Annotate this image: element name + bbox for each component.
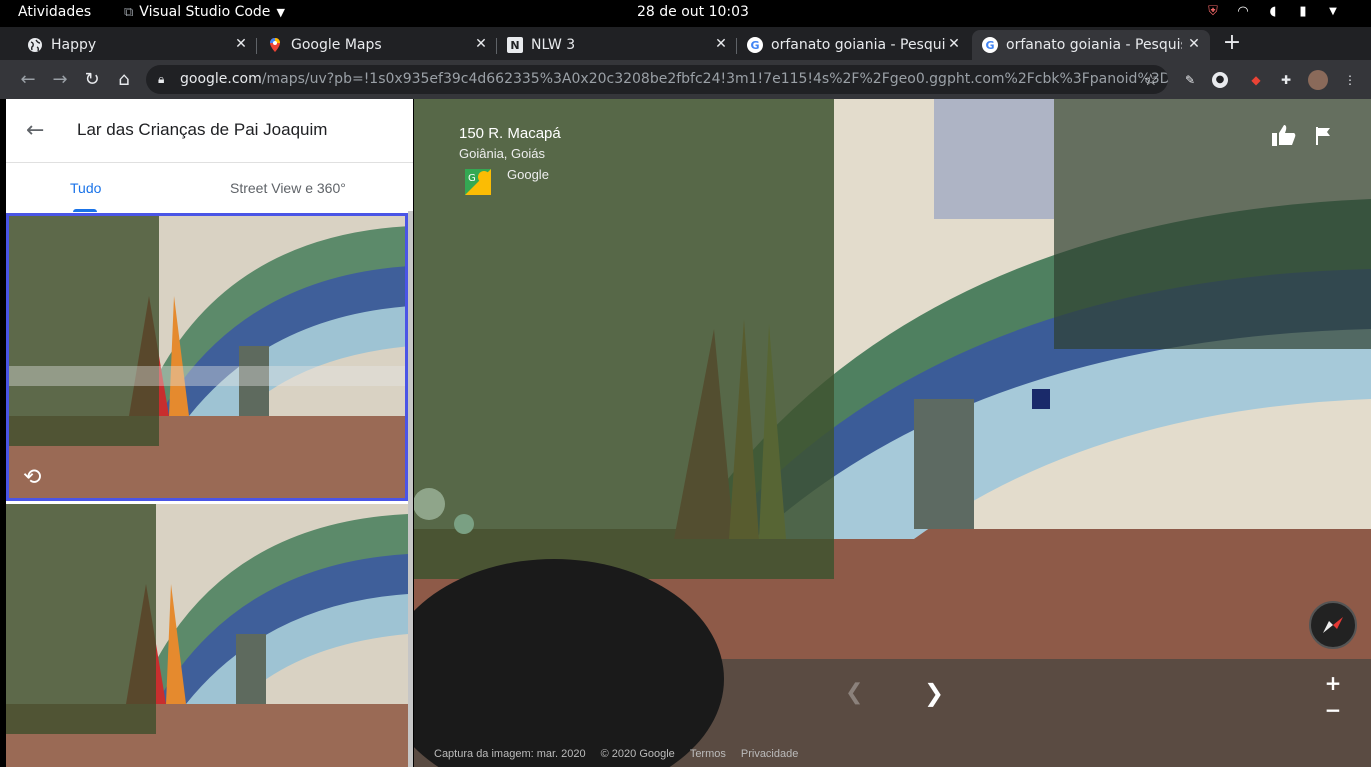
app-name: Visual Studio Code — [139, 4, 271, 20]
maps-pin-icon — [267, 37, 283, 53]
system-top-bar: Atividades ⧉ Visual Studio Code ▼ 28 de … — [0, 0, 1371, 27]
panel-scrollbar[interactable] — [408, 211, 413, 767]
google-icon: G — [747, 37, 763, 53]
url-path: /maps/uv?pb=!1s0x935ef39c4d662335%3A0x20… — [261, 71, 1168, 87]
globe-icon — [27, 37, 43, 53]
puzzle-extensions-icon[interactable]: ✚ — [1276, 70, 1296, 90]
notion-icon: N — [507, 37, 523, 53]
zoom-out-button[interactable]: − — [1321, 697, 1345, 724]
svg-text:G: G — [468, 173, 476, 184]
capture-date: Captura da imagem: mar. 2020 — [434, 748, 586, 760]
google-icon: G — [982, 37, 998, 53]
close-icon[interactable]: ✕ — [946, 36, 962, 52]
volume-icon[interactable]: ◖ — [1265, 4, 1281, 20]
more-menu-icon[interactable]: ⋮ — [1340, 70, 1360, 90]
panel-tabs: Tudo Street View e 360° — [6, 163, 413, 213]
avatar[interactable] — [1308, 70, 1328, 90]
browser-toolbar: ← → ↻ ⌂ 🔒︎ google.com/maps/uv?pb=!1s0x93… — [0, 60, 1371, 99]
close-icon[interactable]: ✕ — [1186, 36, 1202, 52]
bookmark-star-icon[interactable]: ☆ — [1144, 65, 1158, 94]
zoom-in-button[interactable]: + — [1321, 670, 1345, 697]
tab-street-view[interactable]: Street View e 360° — [230, 180, 346, 196]
street-photo-thumbnail — [9, 216, 405, 498]
url-host: google.com — [180, 71, 262, 87]
photo-thumbnail[interactable] — [6, 504, 408, 767]
back-arrow-icon[interactable]: ← — [26, 119, 50, 143]
close-icon[interactable]: ✕ — [473, 36, 489, 52]
map-footer: Captura da imagem: mar. 2020 © 2020 Goog… — [434, 748, 798, 760]
clock[interactable]: 28 de out 10:03 — [637, 4, 749, 20]
pen-extension-icon[interactable]: ✎ — [1180, 70, 1200, 90]
city-state: Goiânia, Goiás — [459, 146, 545, 161]
home-icon[interactable]: ⌂ — [113, 69, 135, 91]
panel-header: ← Lar das Crianças de Pai Joaquim — [6, 99, 413, 163]
notification-extension-icon[interactable]: ◆ — [1246, 70, 1266, 90]
tab-search-2-active[interactable]: G orfanato goiania - Pesquisa ✕ — [972, 30, 1210, 60]
tab-happy[interactable]: Happy ✕ — [17, 30, 257, 60]
street-address: 150 R. Macapá — [459, 125, 561, 142]
tab-search-1[interactable]: G orfanato goiania - Pesquisa ✕ — [737, 30, 970, 60]
street-view-canvas[interactable] — [414, 99, 1371, 767]
photos-side-panel: ← Lar das Crianças de Pai Joaquim Tudo S… — [6, 99, 413, 767]
tab-nlw3[interactable]: N NLW 3 ✕ — [497, 30, 737, 60]
system-tray[interactable]: ⛨ ◠ ◖ ▮ ▼ — [1205, 4, 1341, 20]
forward-arrow-icon[interactable]: → — [49, 69, 71, 91]
extension-icon[interactable]: ● — [1212, 72, 1228, 88]
previous-arrow-icon[interactable]: ❮ — [845, 680, 863, 705]
active-tab-indicator — [73, 209, 97, 212]
street-view-image — [414, 99, 1371, 767]
place-title: Lar das Crianças de Pai Joaquim — [77, 120, 328, 139]
lock-icon: 🔒︎ — [158, 72, 165, 86]
tab-all[interactable]: Tudo — [70, 180, 101, 196]
app-menu[interactable]: ⧉ Visual Studio Code ▼ — [124, 4, 285, 20]
next-arrow-icon[interactable]: ❯ — [924, 679, 944, 707]
thumbs-up-icon[interactable] — [1272, 124, 1296, 146]
copyright: © 2020 Google — [600, 748, 675, 760]
battery-icon[interactable]: ▮ — [1295, 4, 1311, 20]
tab-google-maps[interactable]: Google Maps ✕ — [257, 30, 497, 60]
vscode-icon: ⧉ — [124, 4, 134, 20]
back-arrow-icon[interactable]: ← — [17, 69, 39, 91]
shield-icon[interactable]: ⛨ — [1205, 4, 1221, 20]
close-icon[interactable]: ✕ — [713, 36, 729, 52]
contributor-label: Google — [507, 167, 549, 182]
chevron-down-icon[interactable]: ▼ — [1325, 4, 1341, 20]
google-maps-logo-icon: G — [465, 169, 491, 195]
address-card: 150 R. Macapá Goiânia, Goiás — [459, 125, 561, 161]
address-bar[interactable]: 🔒︎ google.com/maps/uv?pb=!1s0x935ef39c4d… — [146, 65, 1168, 94]
new-tab-button[interactable]: + — [1221, 32, 1243, 54]
photo-thumbnail[interactable]: ⟲ — [6, 213, 408, 501]
flag-icon[interactable] — [1316, 127, 1332, 145]
360-rotate-icon: ⟲ — [23, 465, 42, 490]
browser-tab-strip: Happy ✕ Google Maps ✕ N NLW 3 ✕ G orfana… — [0, 27, 1371, 60]
wifi-icon[interactable]: ◠ — [1235, 4, 1251, 20]
activities-button[interactable]: Atividades — [18, 4, 91, 20]
close-icon[interactable]: ✕ — [233, 36, 249, 52]
privacy-link[interactable]: Privacidade — [741, 748, 798, 760]
reload-icon[interactable]: ↻ — [81, 69, 103, 91]
chevron-down-icon: ▼ — [276, 5, 285, 19]
compass-icon[interactable] — [1309, 601, 1357, 649]
terms-link[interactable]: Termos — [690, 748, 726, 760]
zoom-controls: + − — [1321, 670, 1345, 724]
street-photo-thumbnail — [6, 504, 408, 767]
